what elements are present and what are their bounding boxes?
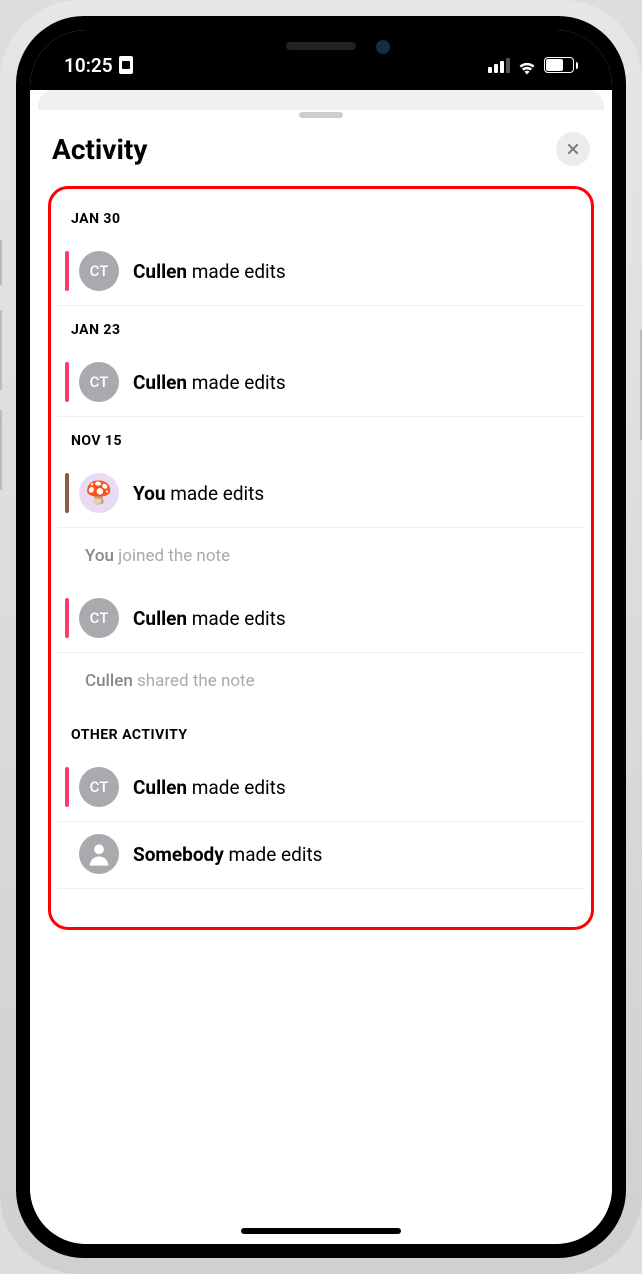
- activity-row[interactable]: CT Cullen made edits: [57, 239, 585, 306]
- avatar: CT: [79, 767, 119, 807]
- background-sheet: [38, 90, 604, 110]
- activity-text: Cullen made edits: [133, 371, 286, 394]
- avatar: [79, 834, 119, 874]
- date-heading: JAN 30: [57, 195, 585, 239]
- date-heading: NOV 15: [57, 417, 585, 461]
- activity-sheet: Activity JAN 30 CT Cullen made edits: [30, 112, 612, 1244]
- activity-meta: You joined the note: [57, 528, 585, 586]
- page-title: Activity: [52, 133, 147, 166]
- notch: [206, 30, 436, 66]
- battery-icon: 59: [544, 57, 578, 73]
- avatar: CT: [79, 362, 119, 402]
- color-bar: [65, 473, 69, 513]
- color-bar: [65, 251, 69, 291]
- annotation-highlight: JAN 30 CT Cullen made edits JAN 23 CT: [48, 186, 594, 930]
- activity-text: You made edits: [133, 482, 264, 505]
- activity-row[interactable]: CT Cullen made edits: [57, 350, 585, 417]
- activity-row[interactable]: Somebody made edits: [57, 822, 585, 889]
- side-button: [0, 410, 2, 490]
- color-bar: [65, 767, 69, 807]
- color-bar: [65, 598, 69, 638]
- avatar: CT: [79, 598, 119, 638]
- date-heading: JAN 23: [57, 306, 585, 350]
- side-button: [0, 310, 2, 390]
- close-icon: [566, 142, 580, 156]
- activity-text: Cullen made edits: [133, 776, 286, 799]
- wifi-icon: [517, 57, 537, 73]
- side-button: [0, 240, 2, 285]
- activity-row[interactable]: CT Cullen made edits: [57, 586, 585, 653]
- avatar: CT: [79, 251, 119, 291]
- cell-signal-icon: [488, 58, 510, 73]
- person-icon: [85, 840, 113, 868]
- avatar: 🍄: [79, 473, 119, 513]
- activity-row[interactable]: CT Cullen made edits: [57, 755, 585, 822]
- status-time: 10:25: [64, 54, 113, 77]
- close-button[interactable]: [556, 132, 590, 166]
- activity-text: Cullen made edits: [133, 607, 286, 630]
- section-heading: OTHER ACTIVITY: [57, 711, 585, 755]
- activity-text: Somebody made edits: [133, 843, 322, 866]
- activity-meta: Cullen shared the note: [57, 653, 585, 711]
- activity-text: Cullen made edits: [133, 260, 286, 283]
- home-indicator[interactable]: [241, 1228, 401, 1234]
- color-bar: [65, 362, 69, 402]
- activity-row[interactable]: 🍄 You made edits: [57, 461, 585, 528]
- phone-frame: 10:25 59: [0, 0, 642, 1274]
- sim-icon: [119, 56, 133, 74]
